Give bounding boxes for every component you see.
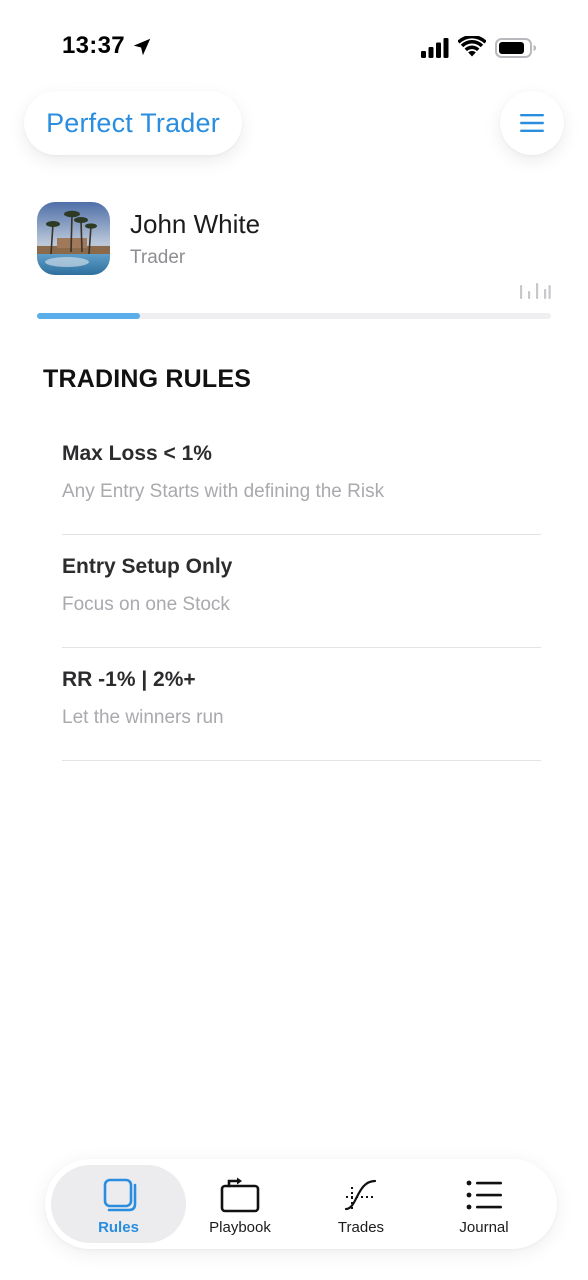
section-title: TRADING RULES	[43, 365, 252, 393]
tab-label: Playbook	[209, 1219, 271, 1236]
rule-item[interactable]: Entry Setup Only Focus on one Stock	[62, 535, 541, 648]
brand-pill[interactable]: Perfect Trader	[24, 91, 242, 155]
location-arrow-icon	[133, 38, 151, 56]
rule-description: Any Entry Starts with defining the Risk	[62, 481, 385, 502]
profile-progress-bar	[37, 313, 551, 319]
tab-bar: Rules Playbook Trades Journal	[45, 1159, 557, 1249]
playbook-icon	[220, 1177, 260, 1213]
journal-icon	[466, 1180, 502, 1210]
cellular-signal-icon	[421, 38, 449, 58]
rule-description: Let the winners run	[62, 707, 224, 728]
avatar-photo	[37, 202, 110, 275]
rule-title: RR -1% | 2%+	[62, 668, 196, 691]
wifi-icon	[458, 36, 486, 57]
trades-icon	[344, 1179, 377, 1211]
hamburger-menu-icon	[520, 114, 544, 132]
rule-item[interactable]: RR -1% | 2%+ Let the winners run	[62, 648, 541, 761]
progress-fill	[37, 313, 140, 319]
battery-icon	[495, 38, 536, 58]
tab-label: Journal	[459, 1219, 509, 1236]
tab-trades[interactable]: Trades	[301, 1165, 421, 1243]
brand-title: Perfect Trader	[46, 107, 220, 138]
rule-title: Entry Setup Only	[62, 555, 233, 578]
menu-button[interactable]	[500, 91, 564, 155]
profile-name: John White	[130, 209, 261, 239]
tab-label: Trades	[337, 1219, 385, 1236]
rule-item[interactable]: Max Loss < 1% Any Entry Starts with defi…	[62, 422, 541, 535]
rules-icon	[103, 1178, 136, 1212]
app-screen: 13:37 Perfect Trader John White Trader T…	[0, 0, 588, 1280]
rule-title: Max Loss < 1%	[62, 442, 212, 465]
rule-description: Focus on one Stock	[62, 594, 230, 615]
avatar[interactable]	[37, 202, 110, 275]
tab-rules[interactable]: Rules	[51, 1165, 186, 1243]
profile-role: Trader	[130, 247, 186, 268]
tab-journal[interactable]: Journal	[423, 1165, 545, 1243]
status-time: 13:37	[62, 32, 125, 59]
tab-playbook[interactable]: Playbook	[179, 1165, 301, 1243]
stats-bars-icon[interactable]	[519, 281, 551, 299]
tab-label: Rules	[98, 1219, 139, 1236]
rules-list: Max Loss < 1% Any Entry Starts with defi…	[62, 422, 541, 761]
status-bar: 13:37	[0, 0, 588, 96]
